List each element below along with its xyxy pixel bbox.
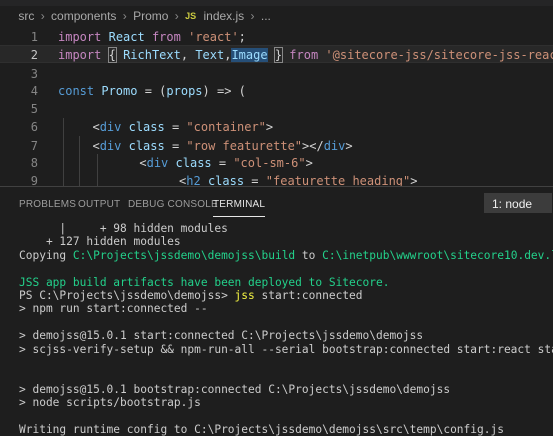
code-text: <div class = "col-sm-6"> bbox=[139, 156, 313, 170]
chevron-right-icon: › bbox=[250, 8, 255, 23]
line-number: 3 bbox=[30, 67, 38, 81]
indent-guide bbox=[63, 118, 64, 186]
code-text: <div class = "container"> bbox=[92, 120, 274, 134]
code-text: <h2 class = "featurette heading"> bbox=[179, 174, 418, 186]
tab-terminal[interactable]: TERMINAL bbox=[213, 199, 266, 217]
breadcrumb-more[interactable]: ... bbox=[261, 9, 271, 23]
code-text: const Promo = (props) => ( bbox=[58, 84, 246, 98]
line-number: 6 bbox=[30, 120, 38, 134]
chevron-right-icon: › bbox=[122, 8, 127, 23]
line-number: 8 bbox=[30, 156, 38, 170]
code-line[interactable]: 2 import { RichText, Text,Image } from '@… bbox=[0, 45, 553, 63]
line-number: 4 bbox=[30, 84, 38, 98]
code-text: <div class = "row featurette"></div> bbox=[92, 139, 353, 153]
terminal-select[interactable]: 1: node bbox=[484, 193, 552, 213]
panel-tabs: PROBLEMS OUTPUT DEBUG CONSOLE TERMINAL bbox=[0, 187, 553, 219]
tab-output[interactable]: OUTPUT bbox=[78, 199, 120, 210]
tab-debug-console[interactable]: DEBUG CONSOLE bbox=[128, 199, 218, 210]
code-line[interactable]: 8 <div class = "col-sm-6"> bbox=[0, 154, 553, 172]
code-text: import React from 'react'; bbox=[58, 30, 246, 44]
js-file-icon: JS bbox=[185, 10, 197, 21]
indent-guide bbox=[79, 136, 80, 186]
terminal-output[interactable]: | + 98 hidden modules + 127 hidden modul… bbox=[19, 221, 553, 436]
line-number: 2 bbox=[30, 48, 38, 62]
code-line[interactable]: 9 <h2 class = "featurette heading"> bbox=[0, 172, 553, 186]
indent-guide bbox=[97, 154, 98, 186]
tab-problems[interactable]: PROBLEMS bbox=[19, 199, 76, 210]
code-line[interactable]: 5 bbox=[0, 100, 553, 118]
code-line[interactable]: 4 const Promo = (props) => ( bbox=[0, 82, 553, 100]
code-line[interactable]: 3 bbox=[0, 65, 553, 83]
bottom-panel: PROBLEMS OUTPUT DEBUG CONSOLE TERMINAL 1… bbox=[0, 186, 553, 436]
terminal-line: > npm run start:connected -- bbox=[19, 302, 208, 316]
code-text: import { RichText, Text,Image } from '@s… bbox=[58, 47, 553, 63]
breadcrumb-src[interactable]: src bbox=[18, 9, 34, 23]
breadcrumb-file[interactable]: index.js bbox=[203, 9, 244, 23]
code-line[interactable]: 1 import React from 'react'; bbox=[0, 28, 553, 46]
line-number: 1 bbox=[30, 30, 38, 44]
breadcrumb-promo[interactable]: Promo bbox=[133, 9, 168, 23]
line-number: 5 bbox=[30, 102, 38, 116]
line-number: 9 bbox=[30, 174, 38, 186]
line-number: 7 bbox=[30, 139, 38, 153]
chevron-right-icon: › bbox=[174, 8, 179, 23]
breadcrumb: src › components › Promo › JS index.js ›… bbox=[0, 8, 553, 30]
terminal-line: > node scripts/bootstrap.js bbox=[19, 396, 201, 410]
terminal-line: > scjss-verify-setup && npm-run-all --se… bbox=[19, 342, 553, 356]
code-editor[interactable]: 1 import React from 'react'; 2 import { Ric… bbox=[0, 28, 553, 186]
code-line[interactable]: 7 <div class = "row featurette"></div> bbox=[0, 137, 553, 155]
terminal-line: Writing runtime config to C:\Projects\js… bbox=[19, 423, 504, 436]
breadcrumb-components[interactable]: components bbox=[51, 9, 116, 23]
terminal-line: Copying C:\Projects\jssdemo\demojss\buil… bbox=[19, 248, 553, 262]
code-line[interactable]: 6 <div class = "container"> bbox=[0, 118, 553, 136]
editor-tab-strip bbox=[0, 0, 553, 6]
chevron-right-icon: › bbox=[40, 8, 45, 23]
